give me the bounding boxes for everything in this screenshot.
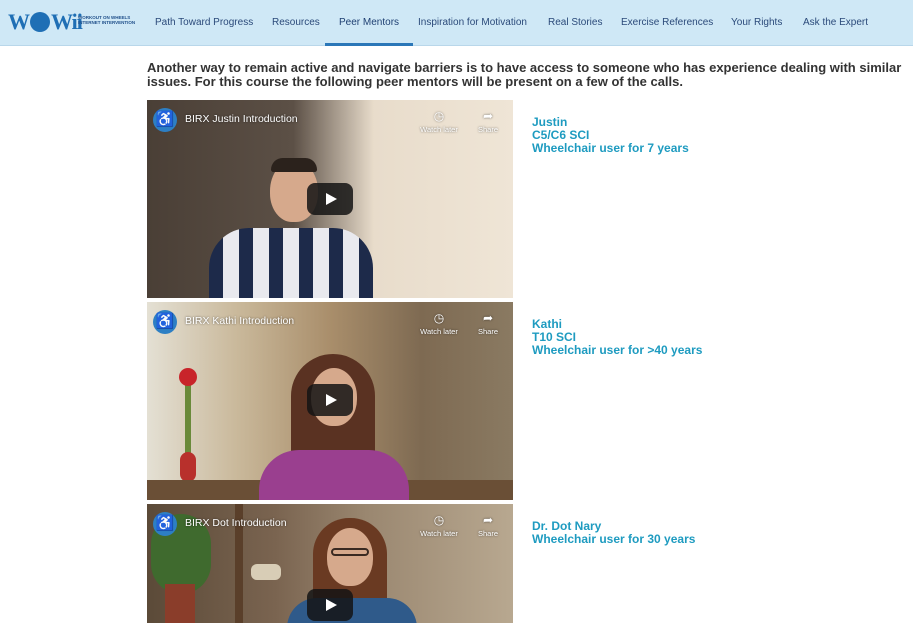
wheelchair-logo-icon [30,12,50,32]
clock-icon: ◷ [433,513,445,527]
nav-item-inspiration-for-motivation[interactable]: Inspiration for Motivation [418,0,527,46]
share-button[interactable]: ➦ Share [475,513,501,539]
mentor-wheelchair-years: Wheelchair user for 7 years [532,141,689,155]
nav-item-peer-mentors[interactable]: Peer Mentors [324,0,414,46]
site-logo[interactable]: W Wii Workout on Wheels Internet Interven… [8,8,140,36]
share-arrow-icon: ➦ [482,311,494,325]
watch-later-button[interactable]: ◷ Watch later [413,311,465,337]
video-title[interactable]: BIRX Justin Introduction [185,113,298,125]
wheelchair-icon[interactable]: ♿ [153,108,177,132]
clock-icon: ◷ [433,311,445,325]
intro-paragraph: Another way to remain active and navigat… [147,60,902,89]
nav-item-your-rights[interactable]: Your Rights [731,0,782,46]
video-title[interactable]: BIRX Kathi Introduction [185,315,294,327]
logo-wordmark: W Wii [8,9,83,34]
mentor-info-kathi: Kathi T10 SCI Wheelchair user for >40 ye… [532,318,702,357]
nav-item-ask-the-expert[interactable]: Ask the Expert [803,0,868,46]
mentor-info-justin: Justin C5/C6 SCI Wheelchair user for 7 y… [532,116,689,155]
mentor-info-dot: Dr. Dot Nary Wheelchair user for 30 year… [532,520,695,546]
mentor-wheelchair-years: Wheelchair user for >40 years [532,343,703,357]
share-arrow-icon: ➦ [482,513,494,527]
nav-item-real-stories[interactable]: Real Stories [548,0,602,46]
clock-icon: ◷ [433,109,445,123]
video-player-justin[interactable]: ♿ BIRX Justin Introduction ◷ Watch later… [147,100,513,298]
video-player-kathi[interactable]: ♿ BIRX Kathi Introduction ◷ Watch later … [147,302,513,500]
nav-item-path-toward-progress[interactable]: Path Toward Progress [155,0,253,46]
share-button[interactable]: ➦ Share [475,109,501,135]
play-icon[interactable] [307,589,353,621]
share-button[interactable]: ➦ Share [475,311,501,337]
logo-tagline: Workout on Wheels Internet Intervention [78,15,136,25]
wheelchair-icon[interactable]: ♿ [153,310,177,334]
play-icon[interactable] [307,183,353,215]
wheelchair-icon[interactable]: ♿ [153,512,177,536]
watch-later-button[interactable]: ◷ Watch later [413,513,465,539]
video-title[interactable]: BIRX Dot Introduction [185,517,287,529]
nav-item-resources[interactable]: Resources [272,0,320,46]
play-icon[interactable] [307,384,353,416]
watch-later-button[interactable]: ◷ Watch later [413,109,465,135]
nav-item-exercise-references[interactable]: Exercise References [621,0,713,46]
mentor-wheelchair-years: Wheelchair user for 30 years [532,532,696,546]
video-player-dot[interactable]: ♿ BIRX Dot Introduction ◷ Watch later ➦ … [147,504,513,623]
share-arrow-icon: ➦ [482,109,494,123]
top-navigation-bar: W Wii Workout on Wheels Internet Interven… [0,0,913,46]
